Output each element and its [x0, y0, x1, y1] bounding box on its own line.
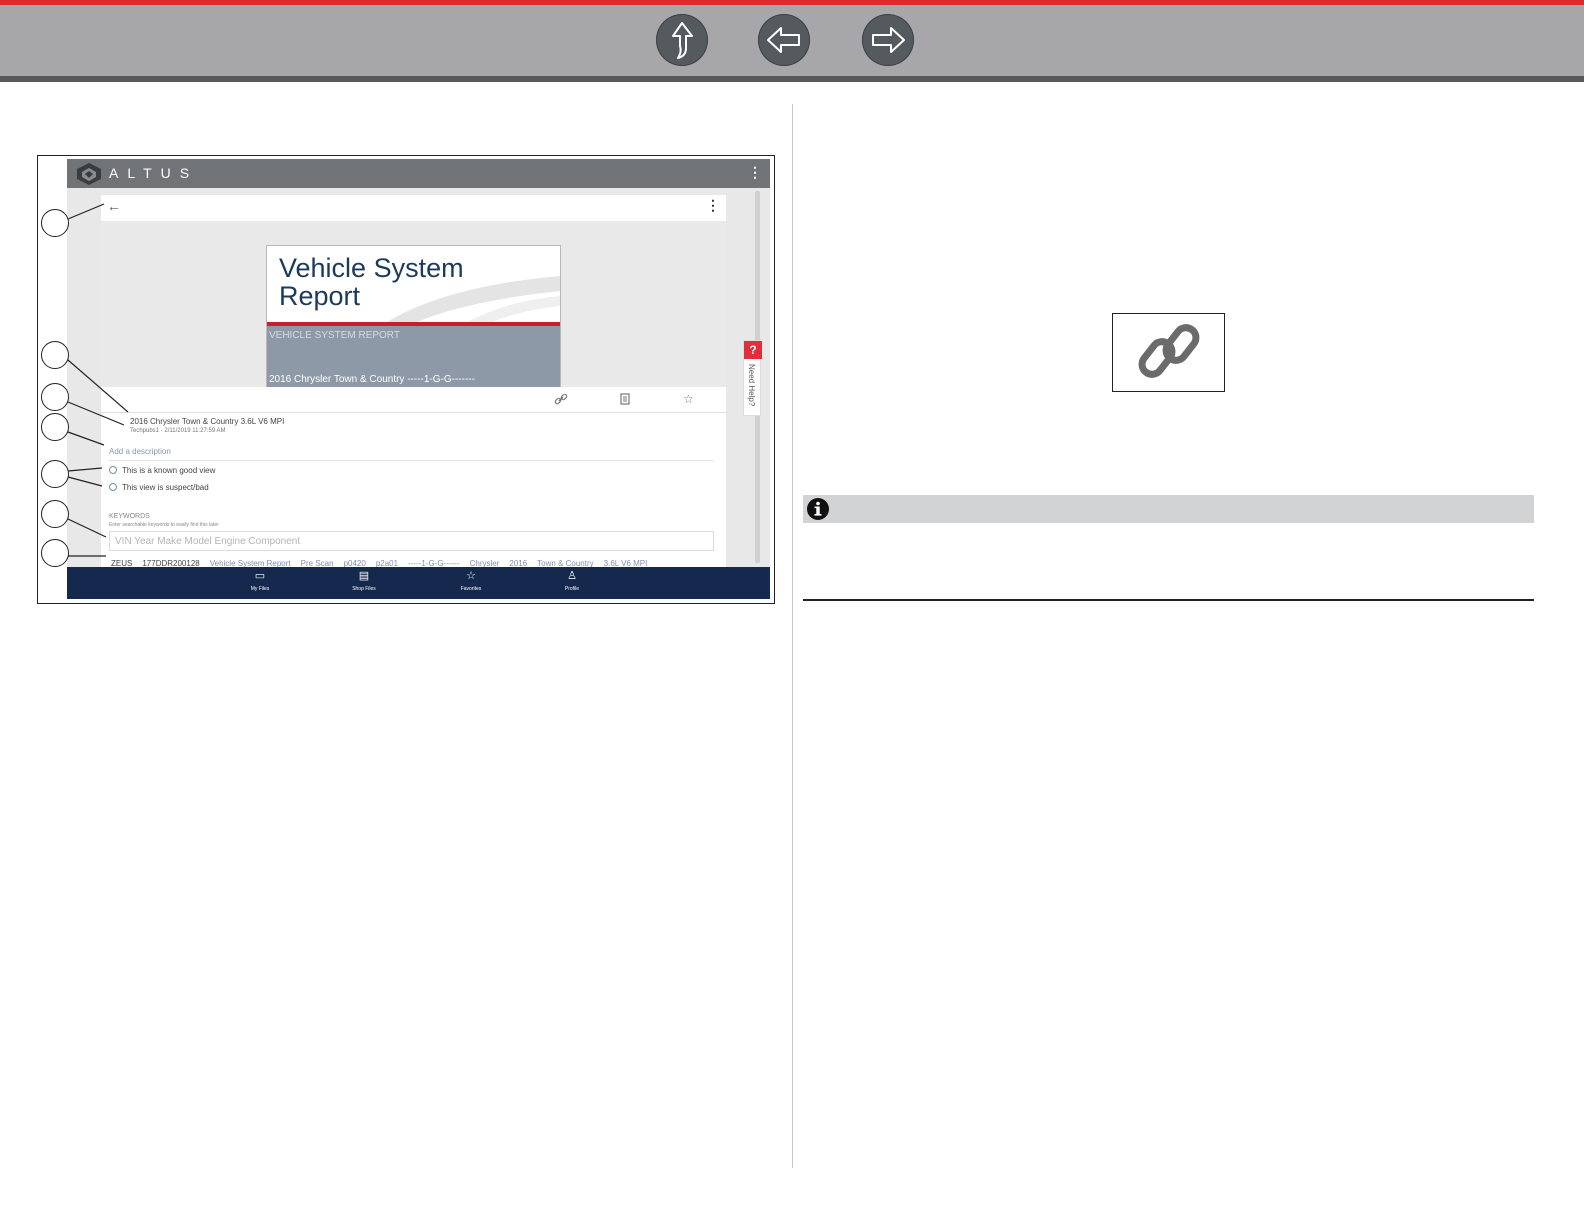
altus-logo-icon — [77, 163, 101, 185]
keywords-label: KEYWORDS — [109, 513, 150, 520]
shop-files-icon: ▤ — [358, 570, 370, 582]
add-description-field[interactable]: Add a description — [109, 447, 171, 456]
bottom-navigation: ▭ My Files ▤ Shop Files ☆ Favorites ♙ Pr… — [67, 567, 770, 599]
callout-1 — [41, 209, 69, 237]
radio-circle[interactable] — [109, 466, 117, 474]
callout-5 — [41, 460, 69, 488]
link-icon — [1138, 324, 1200, 378]
description-underline — [109, 460, 714, 461]
back-button[interactable] — [758, 14, 810, 66]
callout-4 — [41, 413, 69, 441]
manual-page: ALTUS ⋮ ← ⋮ Vehicle System Report VEHICL… — [0, 0, 1584, 1224]
note-bar — [803, 495, 1534, 523]
figure-screenshot: ALTUS ⋮ ← ⋮ Vehicle System Report VEHICL… — [37, 155, 775, 604]
back-arrow-icon — [767, 27, 800, 53]
radio-label: This view is suspect/bad — [122, 483, 209, 492]
keywords-input[interactable] — [109, 531, 714, 551]
nav-favorites[interactable]: ☆ Favorites — [451, 570, 491, 593]
nav-label: My Files — [250, 586, 270, 592]
section-rule — [803, 599, 1534, 601]
report-subtitle: VEHICLE SYSTEM REPORT — [269, 330, 400, 341]
need-help-label: Need Help? — [747, 364, 756, 407]
shop-files-icon[interactable] — [618, 392, 632, 406]
app-screen: ALTUS ⋮ ← ⋮ Vehicle System Report VEHICL… — [67, 159, 770, 599]
up-button[interactable] — [656, 14, 708, 66]
callout-7 — [41, 539, 69, 567]
radio-suspect-bad[interactable]: This view is suspect/bad — [109, 483, 209, 492]
up-arrow-icon — [672, 22, 693, 59]
star-icon: ☆ — [466, 570, 476, 582]
nav-my-files[interactable]: ▭ My Files — [240, 570, 280, 593]
radio-known-good[interactable]: This is a known good view — [109, 466, 215, 475]
callout-3 — [41, 383, 69, 411]
forward-button[interactable] — [862, 14, 914, 66]
callout-6 — [41, 500, 69, 528]
app-header: ALTUS ⋮ — [67, 159, 770, 188]
forward-arrow-icon — [872, 27, 905, 53]
report-preview-area: Vehicle System Report VEHICLE SYSTEM REP… — [101, 221, 726, 411]
nav-label: Favorites — [460, 586, 482, 592]
folder-icon: ▭ — [254, 570, 266, 582]
nav-profile[interactable]: ♙ Profile — [552, 570, 592, 593]
back-arrow-icon[interactable]: ← — [107, 198, 121, 214]
entry-title: 2016 Chrysler Town & Country 3.6L V6 MPI — [130, 417, 285, 426]
keywords-hint: Enter searchable keywords to easily find… — [109, 522, 219, 528]
help-icon: ? — [744, 341, 762, 359]
radio-label: This is a known good view — [122, 466, 216, 475]
link-icon[interactable] — [554, 392, 568, 406]
nav-shop-files[interactable]: ▤ Shop Files — [344, 570, 384, 593]
app-name: ALTUS — [109, 165, 199, 181]
accent-stripe — [0, 0, 1584, 5]
nav-label: Shop Files — [352, 586, 376, 592]
profile-icon: ♙ — [567, 570, 577, 582]
radio-circle[interactable] — [109, 483, 117, 491]
need-help-tab[interactable]: ? Need Help? — [743, 340, 762, 416]
file-detail-card: ← ⋮ Vehicle System Report VEHICLE SYSTEM… — [101, 195, 726, 571]
link-icon-figure — [1112, 313, 1225, 392]
star-icon[interactable]: ☆ — [683, 392, 694, 406]
bottom-stripe — [0, 76, 1584, 82]
app-menu-icon[interactable]: ⋮ — [748, 165, 762, 179]
callout-2 — [41, 341, 69, 369]
column-divider — [792, 104, 793, 1168]
card-menu-icon[interactable]: ⋮ — [706, 198, 720, 212]
info-icon — [807, 498, 829, 520]
top-navigation-bar — [0, 0, 1584, 82]
entry-meta: Techpubs1 - 2/11/2019 11:27:59 AM — [130, 428, 226, 434]
report-cover-top: Vehicle System Report — [267, 246, 560, 322]
report-vehicle-line: 2016 Chrysler Town & Country -----1-G-G-… — [269, 374, 475, 385]
nav-label: Profile — [564, 586, 580, 592]
card-header: ← ⋮ — [101, 195, 726, 221]
action-row: ☆ — [101, 387, 726, 413]
report-title: Vehicle System Report — [279, 253, 464, 311]
